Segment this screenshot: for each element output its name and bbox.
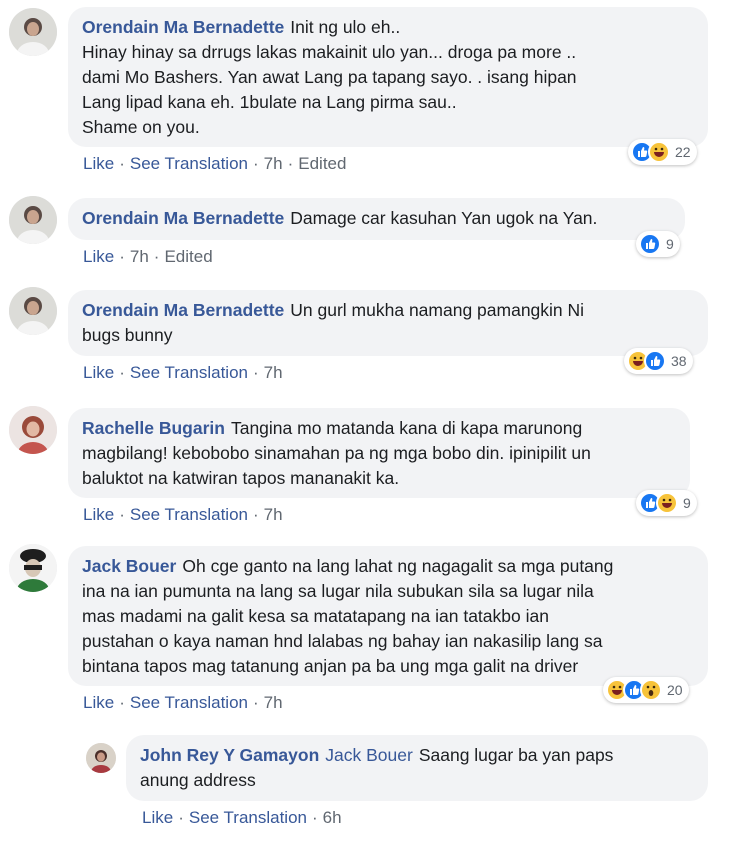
reply-bubble: John Rey Y Gamayon Jack Bouer Saang lugar …: [126, 735, 708, 801]
comment-time[interactable]: 7h: [264, 363, 283, 382]
comment-actions: Like · See Translation · 7h: [83, 505, 283, 524]
see-translation-link[interactable]: See Translation: [189, 808, 307, 827]
reaction-count: 38: [671, 353, 687, 369]
haha-icon: [656, 492, 678, 514]
avatar[interactable]: [9, 287, 57, 335]
reaction-count: 9: [666, 236, 674, 252]
like-link[interactable]: Like: [83, 154, 114, 173]
comment-bubble: Jack Bouer Oh cge ganto na lang lahat ng …: [68, 546, 708, 686]
reaction-summary[interactable]: 38: [624, 348, 693, 374]
edited-label[interactable]: Edited: [298, 154, 346, 173]
comment-actions: Like · See Translation · 7h · Edited: [83, 154, 347, 173]
comment-author[interactable]: Orendain Ma Bernadette: [82, 208, 284, 228]
avatar[interactable]: [9, 406, 57, 454]
comment-time[interactable]: 7h: [264, 693, 283, 712]
comment-actions: Like · See Translation · 7h: [83, 363, 283, 382]
comment-time[interactable]: 7h: [264, 154, 283, 173]
comment-author[interactable]: Orendain Ma Bernadette: [82, 300, 284, 320]
like-link[interactable]: Like: [83, 247, 114, 266]
avatar[interactable]: [86, 743, 116, 773]
comment-time[interactable]: 7h: [130, 247, 149, 266]
see-translation-link[interactable]: See Translation: [130, 693, 248, 712]
like-link[interactable]: Like: [142, 808, 173, 827]
comment-time[interactable]: 7h: [264, 505, 283, 524]
comment-bubble: Rachelle Bugarin Tangina mo matanda kana …: [68, 408, 690, 498]
reaction-summary[interactable]: 9: [636, 231, 680, 257]
see-translation-link[interactable]: See Translation: [130, 363, 248, 382]
like-link[interactable]: Like: [83, 363, 114, 382]
see-translation-link[interactable]: See Translation: [130, 154, 248, 173]
comment-author[interactable]: Rachelle Bugarin: [82, 418, 225, 438]
like-icon: [644, 350, 666, 372]
avatar[interactable]: [9, 196, 57, 244]
comment-time[interactable]: 6h: [323, 808, 342, 827]
see-translation-link[interactable]: See Translation: [130, 505, 248, 524]
comment-text: Damage car kasuhan Yan ugok na Yan.: [290, 208, 598, 228]
wow-icon: [640, 679, 662, 701]
comment-author[interactable]: John Rey Y Gamayon: [140, 745, 319, 765]
mention-link[interactable]: Jack Bouer: [325, 745, 413, 765]
comment-actions: Like · See Translation · 7h: [83, 693, 283, 712]
haha-icon: [648, 141, 670, 163]
comment-author[interactable]: Orendain Ma Bernadette: [82, 17, 284, 37]
comment-bubble: Orendain Ma Bernadette Damage car kasuhan…: [68, 198, 685, 240]
like-link[interactable]: Like: [83, 505, 114, 524]
reaction-count: 20: [667, 682, 683, 698]
reaction-summary[interactable]: 20: [603, 677, 689, 703]
reaction-summary[interactable]: 9: [636, 490, 697, 516]
comment-actions: Like · See Translation · 6h: [142, 808, 342, 827]
comment-author[interactable]: Jack Bouer: [82, 556, 176, 576]
comment-bubble: Orendain Ma Bernadette Init ng ulo eh.. H…: [68, 7, 708, 147]
comment-actions: Like · 7h · Edited: [83, 247, 213, 266]
comment-bubble: Orendain Ma Bernadette Un gurl mukha nama…: [68, 290, 708, 356]
reaction-summary[interactable]: 22: [628, 139, 697, 165]
edited-label[interactable]: Edited: [164, 247, 212, 266]
avatar[interactable]: [9, 8, 57, 56]
reaction-count: 9: [683, 495, 691, 511]
reaction-count: 22: [675, 144, 691, 160]
like-link[interactable]: Like: [83, 693, 114, 712]
avatar[interactable]: [9, 544, 57, 592]
like-icon: [639, 233, 661, 255]
